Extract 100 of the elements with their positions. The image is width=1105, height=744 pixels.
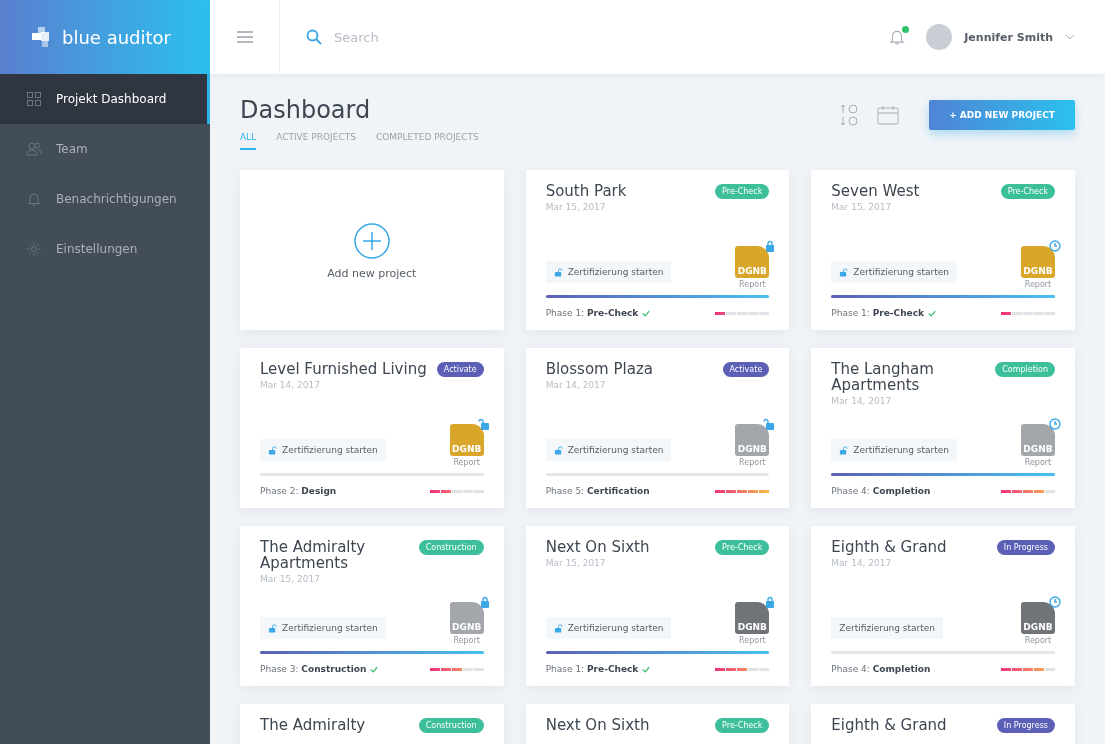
project-card[interactable]: The Admiralty Apartments Mar 15, 2017 Construction Zertifizierung starten DGNB Report Phase 3: Construction [240, 526, 504, 686]
sidebar-item[interactable]: Projekt Dashboard [0, 74, 210, 124]
start-certification-button[interactable]: Zertifizierung starten [545, 439, 672, 461]
report-document[interactable]: DGNB [735, 602, 770, 634]
sidebar-item[interactable]: Team [0, 124, 210, 174]
unlock-icon [268, 623, 277, 633]
start-certification-button[interactable]: Zertifizierung starten [260, 439, 386, 461]
status-badge: Construction [418, 540, 484, 555]
project-card[interactable]: Next On Sixth Mar 15, 2017 Pre-Check Zertifizierung starten DGNB Report Phase 1: Pre-Check [525, 526, 790, 686]
status-badge: Pre-Check [715, 540, 770, 555]
project-date: Mar 14, 2017 [260, 379, 321, 390]
sidebar-item[interactable]: Einstellungen [0, 224, 210, 274]
report-caption: Report [1024, 636, 1052, 645]
project-date: Mar 15, 2017 [831, 201, 893, 212]
start-certification-button[interactable]: Zertifizierung starten [260, 617, 386, 639]
report-caption: Report [453, 636, 480, 645]
menu-icon [236, 31, 253, 43]
phase-label: Phase 1: Pre-Check [545, 308, 639, 318]
status-badge: Completion [995, 362, 1055, 377]
gear-icon [26, 241, 42, 257]
clock-icon [1049, 240, 1061, 252]
report-caption: Report [453, 458, 480, 467]
project-card[interactable]: Eighth & Grand Mar 14, 2017 In Progress Zertifizierung starten DGNB Report Phase 4: Completion [811, 526, 1075, 686]
project-title: South Park [545, 184, 627, 200]
report-caption: Report [739, 636, 766, 645]
search-icon [306, 29, 322, 45]
brand-name: blue auditor [62, 26, 171, 48]
unlock-icon [839, 445, 849, 455]
calendar-icon[interactable] [877, 105, 900, 125]
status-badge: In Progress [996, 540, 1055, 555]
plus-circle-icon [353, 222, 390, 259]
project-title: The Langham Apartments [831, 362, 935, 394]
report-caption: Report [1024, 280, 1052, 289]
project-card[interactable]: Level Furnished Living Mar 14, 2017 Activate Zertifizierung starten DGNB Report Phase 2: Design [240, 348, 504, 508]
phase-label: Phase 5: Certification [545, 486, 650, 496]
report-caption: Report [739, 280, 766, 289]
unlock-icon [553, 445, 563, 455]
phase-meter [715, 311, 770, 315]
user-name[interactable]: Jennifer Smith [964, 30, 1053, 44]
phase-meter [429, 489, 484, 493]
clock-icon [1049, 418, 1061, 430]
project-card[interactable]: Next On Sixth Pre-Check [525, 704, 790, 744]
project-date: Mar 14, 2017 [831, 557, 893, 568]
phase-meter [1001, 667, 1055, 671]
project-date: Mar 14, 2017 [831, 395, 893, 406]
project-card[interactable]: The Admiralty Construction [240, 704, 504, 744]
phase-meter [429, 667, 484, 671]
project-date: Mar 15, 2017 [260, 573, 321, 584]
phase-meter [715, 489, 770, 493]
project-title: The Admiralty Apartments [260, 540, 367, 572]
project-title: Seven West [831, 184, 920, 200]
status-badge: Pre-Check [1000, 184, 1055, 199]
project-card[interactable]: Eighth & Grand In Progress [811, 704, 1075, 744]
phase-label: Phase 1: Pre-Check [545, 664, 639, 674]
chevron-down-icon[interactable] [1065, 34, 1075, 40]
report-caption: Report [739, 458, 766, 467]
status-badge: In Progress [996, 718, 1055, 733]
project-title: Next On Sixth [545, 718, 650, 734]
sort-icon[interactable] [839, 104, 860, 126]
project-card[interactable]: South Park Mar 15, 2017 Pre-Check Zertifizierung starten DGNB Report Phase 1: Pre-Check [525, 170, 790, 330]
project-title: The Admiralty [260, 718, 366, 734]
status-badge: Pre-Check [715, 718, 770, 733]
project-date: Mar 14, 2017 [545, 379, 607, 390]
project-date: Mar 15, 2017 [545, 201, 607, 212]
clock-icon [1049, 596, 1061, 608]
project-title: Eighth & Grand [831, 540, 947, 556]
report-caption: Report [1024, 458, 1052, 467]
phase-meter [1001, 489, 1055, 493]
phase-meter [715, 667, 770, 671]
phase-label: Phase 2: Design [260, 486, 337, 496]
add-project-card[interactable]: Add new project [240, 170, 504, 330]
project-card[interactable]: Seven West Mar 15, 2017 Pre-Check Zertifizierung starten DGNB Report Phase 1: Pre-Check [811, 170, 1075, 330]
start-certification-button[interactable]: Zertifizierung starten [545, 617, 672, 639]
phase-meter [1001, 311, 1055, 315]
project-title: Next On Sixth [545, 540, 650, 556]
avatar[interactable] [926, 24, 953, 50]
status-badge: Activate [436, 362, 484, 377]
project-title: Eighth & Grand [831, 718, 947, 734]
unlock-icon [553, 623, 563, 633]
sidebar-item[interactable]: Benachrichtigungen [0, 174, 210, 224]
unlock-icon [268, 445, 277, 455]
unlock-icon [839, 267, 849, 277]
report-document[interactable]: DGNB [1021, 602, 1055, 634]
project-title: Blossom Plaza [545, 362, 653, 378]
project-title: Level Furnished Living [260, 362, 427, 378]
lock-icon [479, 596, 490, 608]
start-certification-button[interactable]: Zertifizierung starten [545, 261, 672, 283]
notification-bell-icon[interactable] [888, 28, 907, 46]
start-certification-button[interactable]: Zertifizierung starten [831, 439, 958, 461]
lock-icon [765, 596, 776, 608]
unlock-icon [763, 418, 776, 430]
project-card[interactable]: Blossom Plaza Mar 14, 2017 Activate Zertifizierung starten DGNB Report Phase 5: Certification [525, 348, 790, 508]
lock-icon [765, 240, 776, 252]
menu-button[interactable] [210, 0, 280, 74]
start-certification-button[interactable]: Zertifizierung starten [831, 261, 958, 283]
phase-label: Phase 4: Completion [831, 664, 931, 674]
status-badge: Construction [418, 718, 484, 733]
phase-label: Phase 4: Completion [831, 486, 931, 496]
start-certification-button[interactable]: Zertifizierung starten [831, 617, 944, 639]
project-card[interactable]: The Langham Apartments Mar 14, 2017 Completion Zertifizierung starten DGNB Report Phase 4: Completion [811, 348, 1075, 508]
